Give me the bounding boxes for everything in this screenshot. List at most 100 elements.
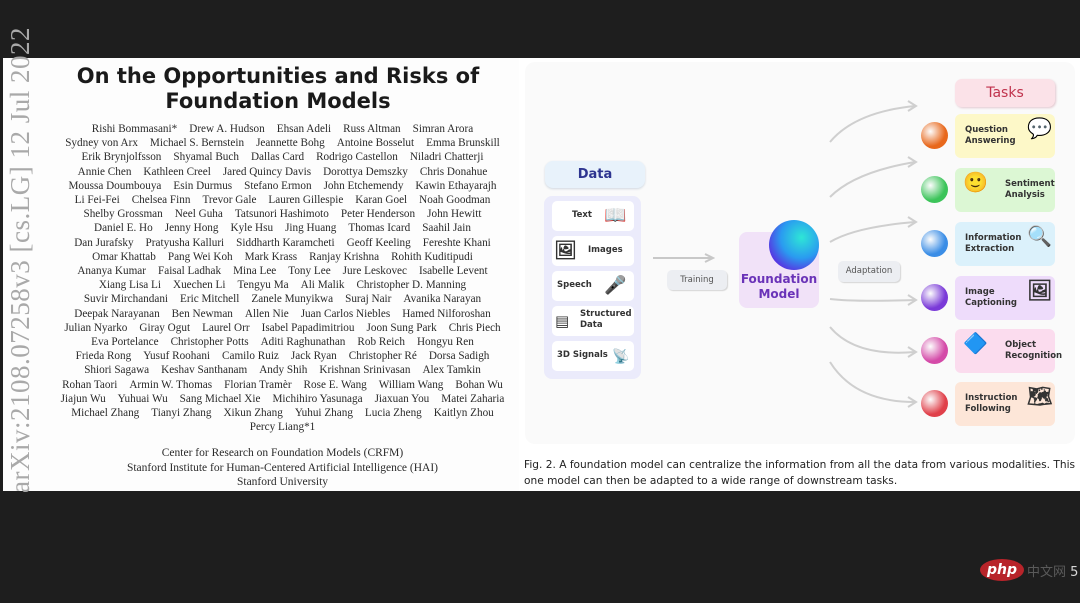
task-model-ball-icon (921, 337, 948, 364)
author-name: Jared Quincy Davis (222, 165, 312, 178)
author-line: Shiori Sagawa Keshav Santhanam Andy Shih Kr… (41, 363, 524, 377)
author-name: Neel Guha (174, 208, 223, 221)
task-model-ball-icon (921, 284, 948, 311)
author-line: Eva Portelance Christopher Potts Aditi Rag… (41, 335, 524, 349)
author-name: Dan Jurafsky (74, 236, 134, 249)
author-name: William Wang (378, 378, 444, 391)
author-name: Xuechen Li (173, 279, 226, 292)
author-line: Xiang Lisa Li Xuechen Li Tengyu Ma Ali Mali… (41, 278, 524, 292)
task-model-ball-icon (921, 176, 948, 203)
author-name: Andy Shih (259, 364, 308, 377)
author-line: Percy Liang*1 (41, 420, 524, 434)
author-name: Percy Liang*1 (249, 421, 316, 434)
author-name: Simran Arora (412, 123, 474, 135)
author-list: Rishi Bommasani* Drew A. Hudson Ehsan Adel… (41, 122, 524, 434)
author-name: Tianyi Zhang (151, 407, 212, 420)
author-name: Michael S. Bernstein (149, 137, 245, 150)
microphone-icon: 🎤 (604, 275, 627, 296)
arxiv-identifier: arXiv:2108.07258v3 [cs.LG] 12 Jul 2022 (5, 27, 35, 493)
picture-icon: 🖼 (1027, 278, 1053, 302)
author-name: Tatsunori Hashimoto (234, 208, 329, 221)
author-name: Yuhuai Wu (117, 392, 168, 405)
author-name: Daniel E. Ho (94, 222, 153, 235)
affiliation: Stanford Institute for Human-Centered Ar… (126, 461, 439, 474)
task-card: Object Recognition 🔷 (955, 329, 1062, 373)
author-name: Keshav Santhanam (161, 364, 248, 377)
adaptation-label: Adaptation (838, 261, 900, 282)
author-name: Tony Lee (288, 265, 331, 278)
task-model-ball-icon (921, 122, 948, 149)
author-name: Shiori Sagawa (84, 364, 150, 377)
author-name: Allen Nie (244, 307, 289, 320)
shapes-icon: 🔷 (963, 331, 988, 355)
author-name: Jenny Hong (164, 222, 219, 235)
task-card: Instruction Following 🗺 (955, 382, 1055, 426)
arrow (829, 105, 916, 143)
author-line: Li Fei-Fei Chelsea Finn Trevor Gale Lauren … (41, 193, 524, 207)
data-item-text: Text 📖 (552, 201, 634, 231)
author-name: Ali Malik (300, 279, 345, 292)
author-name: Lucia Zheng (364, 407, 422, 420)
author-name: Camilo Ruiz (222, 350, 279, 363)
author-name: Jack Ryan (290, 350, 337, 363)
author-name: Alex Tamkin (422, 364, 481, 377)
author-name: Isabel Papadimitriou (261, 321, 355, 334)
images-icon: 🖼 (554, 240, 577, 261)
author-name: Karan Goel (355, 194, 408, 207)
author-name: Emma Brunskill (426, 137, 500, 150)
author-name: Rohith Kuditipudi (391, 250, 473, 263)
sensor-icon: 📡 (612, 349, 630, 365)
task-model-ball-icon (921, 390, 948, 417)
arrow (829, 326, 916, 354)
author-name: Esin Durmus (173, 179, 233, 192)
author-name: Niladri Chatterji (409, 151, 484, 164)
foundation-model-figure: Data Text 📖 🖼 Images Speech 🎤 ▤ Structur… (525, 62, 1075, 444)
data-item-images: 🖼 Images (552, 236, 634, 266)
author-line: Annie Chen Kathleen Creel Jared Quincy Dav… (41, 165, 524, 179)
author-name: Kawin Ethayarajh (415, 179, 497, 192)
task-label: Information Extraction (965, 233, 1022, 254)
author-name: Xikun Zhang (223, 407, 283, 420)
author-name: Isabelle Levent (418, 265, 488, 278)
author-name: Yusuf Roohani (143, 350, 211, 363)
author-name: Thomas Icard (348, 222, 411, 235)
task-label: Image Captioning (965, 287, 1017, 308)
task-card: Image Captioning 🖼 (955, 276, 1055, 320)
data-title: Data (545, 161, 645, 188)
author-name: Eva Portelance (91, 336, 159, 349)
data-item-speech: Speech 🎤 (552, 271, 634, 301)
author-name: John Etchemendy (323, 179, 404, 192)
book-icon: 📖 (604, 205, 627, 226)
author-line: Michael Zhang Tianyi Zhang Xikun Zhang Yuhu… (41, 406, 524, 420)
author-name: Mark Krass (244, 250, 298, 263)
figure-caption: Fig. 2. A foundation model can centraliz… (524, 459, 1076, 487)
author-name: Shyamal Buch (173, 151, 239, 164)
magnifier-icon: 🔍 (1027, 224, 1052, 248)
task-label: Sentiment Analysis (1005, 179, 1055, 200)
author-name: Jing Huang (285, 222, 337, 235)
author-name: Kyle Hsu (230, 222, 274, 235)
task-card: Sentiment Analysis 🙂 (955, 168, 1055, 212)
arrow (829, 298, 916, 302)
author-line: Deepak Narayanan Ben Newman Allen Nie Juan … (41, 307, 524, 321)
author-line: Shelby Grossman Neel Guha Tatsunori Hashim… (41, 207, 524, 221)
author-name: Jeannette Bohg (256, 137, 325, 150)
author-name: Drew A. Hudson (189, 123, 265, 135)
author-name: Antoine Bosselut (336, 137, 415, 150)
php-logo: php (980, 559, 1024, 581)
author-line: Julian Nyarko Giray Ogut Laurel Orr Isabel … (41, 321, 524, 335)
author-name: Ananya Kumar (77, 265, 146, 278)
author-name: Eric Mitchell (180, 293, 240, 306)
tasks-title: Tasks (955, 79, 1055, 107)
author-name: Matei Zaharia (441, 392, 505, 405)
author-line: Sydney von Arx Michael S. Bernstein Jeanne… (41, 136, 524, 150)
author-name: Suraj Nair (345, 293, 392, 306)
author-name: Rohan Taori (62, 378, 118, 391)
author-line: Daniel E. Ho Jenny Hong Kyle Hsu Jing Huang… (41, 221, 524, 235)
page-number: 5 (1070, 565, 1079, 580)
author-name: Li Fei-Fei (74, 194, 120, 207)
author-name: Julian Nyarko (64, 321, 128, 334)
author-name: Christopher Ré (348, 350, 417, 363)
author-name: Stefano Ermon (244, 179, 312, 192)
author-name: Erik Brynjolfsson (81, 151, 162, 164)
